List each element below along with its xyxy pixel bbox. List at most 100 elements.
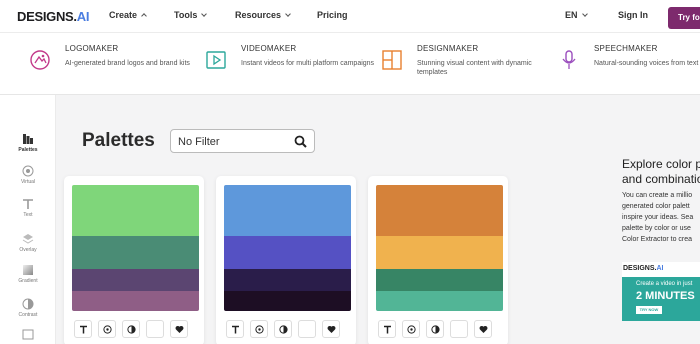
nav-pricing-label: Pricing [317,10,348,20]
virtual-icon [22,165,34,177]
sidebar-item-virtual[interactable]: Virtual [0,165,56,185]
heart-button[interactable] [170,320,188,338]
sidebar-item-text[interactable]: Text [0,198,56,218]
target-button[interactable] [402,320,420,338]
palette-card[interactable] [64,176,204,344]
gradient-button[interactable] [298,320,316,338]
sidebar-label: Overlay [19,247,37,253]
contrast-button[interactable] [274,320,292,338]
filter-value: No Filter [178,136,220,148]
target-button[interactable] [98,320,116,338]
logomaker-description: AI-generated brand logos and brand kits [65,60,190,67]
create-mega-menu: LOGOMAKER AI-generated brand logos and b… [0,33,700,95]
text-button[interactable] [226,320,244,338]
contrast-icon [279,325,288,334]
contrast-icon [127,325,136,334]
designmaker-description: Stunning visual content with dynamic tem… [417,60,532,76]
color-swatch[interactable] [224,269,351,291]
contrast-button[interactable] [122,320,140,338]
palette-swatches[interactable] [72,185,199,311]
text-icon [80,325,87,334]
color-swatch[interactable] [376,185,503,236]
ad-tagline: Create a video in just [636,281,693,287]
ad-try-now-button[interactable]: TRY NOW [636,306,662,314]
explore-description-line: generated color palett [622,203,690,210]
designmaker-title: DESIGNMAKER [417,44,479,53]
nav-pricing[interactable]: Pricing [317,10,348,20]
sign-in-link[interactable]: Sign In [618,10,648,20]
try-for-free-button[interactable]: Try for free [668,7,700,29]
text-button[interactable] [378,320,396,338]
chevron-down-icon [201,11,208,17]
designs-ai-logo[interactable]: DESIGNS.AI [17,9,89,24]
color-swatch[interactable] [72,291,199,311]
page-title: Palettes [82,130,155,151]
palette-card[interactable] [368,176,508,344]
color-swatch[interactable] [72,236,199,269]
color-swatch[interactable] [376,291,503,311]
sidebar-item-more[interactable] [0,329,56,341]
gradient-icon [23,265,33,275]
sidebar-label: Text [23,212,33,218]
nav-tools[interactable]: Tools [174,10,208,20]
nav-create[interactable]: Create [109,10,147,20]
language-label: EN [565,10,578,20]
videomaker-title: VIDEOMAKER [241,44,297,53]
sidebar-label: Gradient [18,278,38,284]
palette-actions [224,320,351,340]
video-play-icon [206,51,226,69]
palette-actions [72,320,199,340]
text-icon [232,325,239,334]
gradient-icon [455,325,464,334]
palette-card[interactable] [216,176,356,344]
color-swatch[interactable] [376,236,503,269]
palette-actions [376,320,503,340]
palette-swatches[interactable] [376,185,503,311]
nav-resources[interactable]: Resources [235,10,291,20]
video-ad-banner[interactable]: DESIGNS.AI Create a video in just 2 MINU… [622,262,700,321]
sidebar-item-palettes[interactable]: Palettes [0,133,56,153]
heart-button[interactable] [322,320,340,338]
videomaker-description: Instant videos for multi platform campai… [241,60,375,67]
target-icon [255,325,264,334]
overlay-icon [22,234,34,244]
palette-swatches[interactable] [224,185,351,311]
gradient-button[interactable] [450,320,468,338]
sidebar-label: Contrast [18,312,38,318]
color-swatch[interactable] [224,291,351,311]
search-icon[interactable] [294,135,307,148]
color-swatch[interactable] [224,185,351,236]
speechmaker-title: SPEECHMAKER [594,44,658,53]
heart-icon [175,325,184,333]
ad-headline: 2 MINUTES [636,290,695,302]
color-swatch[interactable] [224,236,351,269]
sidebar-item-gradient[interactable]: Gradient [0,264,56,284]
sidebar-item-contrast[interactable]: Contrast [0,298,56,318]
gradient-button[interactable] [146,320,164,338]
text-button[interactable] [74,320,92,338]
contrast-button[interactable] [426,320,444,338]
color-swatch[interactable] [72,185,199,236]
chevron-down-icon [285,11,291,17]
target-button[interactable] [250,320,268,338]
sidebar-item-overlay[interactable]: Overlay [0,233,56,253]
color-swatch[interactable] [376,269,503,291]
color-swatch[interactable] [72,269,199,291]
top-navigation-bar: DESIGNS.AI Create Tools Resources Pricin… [0,0,700,33]
gradient-icon [151,325,160,334]
explore-description-line[interactable]: Color Extractor to crea [622,234,700,245]
chevron-down-icon [581,11,588,17]
logo-ai-text: AI [76,9,90,24]
tool-sidebar: Palettes Virtual Text Overlay Gradient C… [0,95,56,344]
gradient-icon [303,325,312,334]
filter-search-input[interactable]: No Filter [170,129,315,153]
ad-band: Create a video in just 2 MINUTES TRY NOW [622,277,700,321]
heart-button[interactable] [474,320,492,338]
language-selector[interactable]: EN [565,10,588,20]
palette-icon [23,134,33,144]
explore-description-line: inspire your ideas. Sea [622,214,694,221]
sidebar-label: Palettes [18,147,38,153]
explore-heading-line1: Explore color pa [622,157,700,171]
image-icon [22,329,34,340]
text-icon [23,199,33,209]
